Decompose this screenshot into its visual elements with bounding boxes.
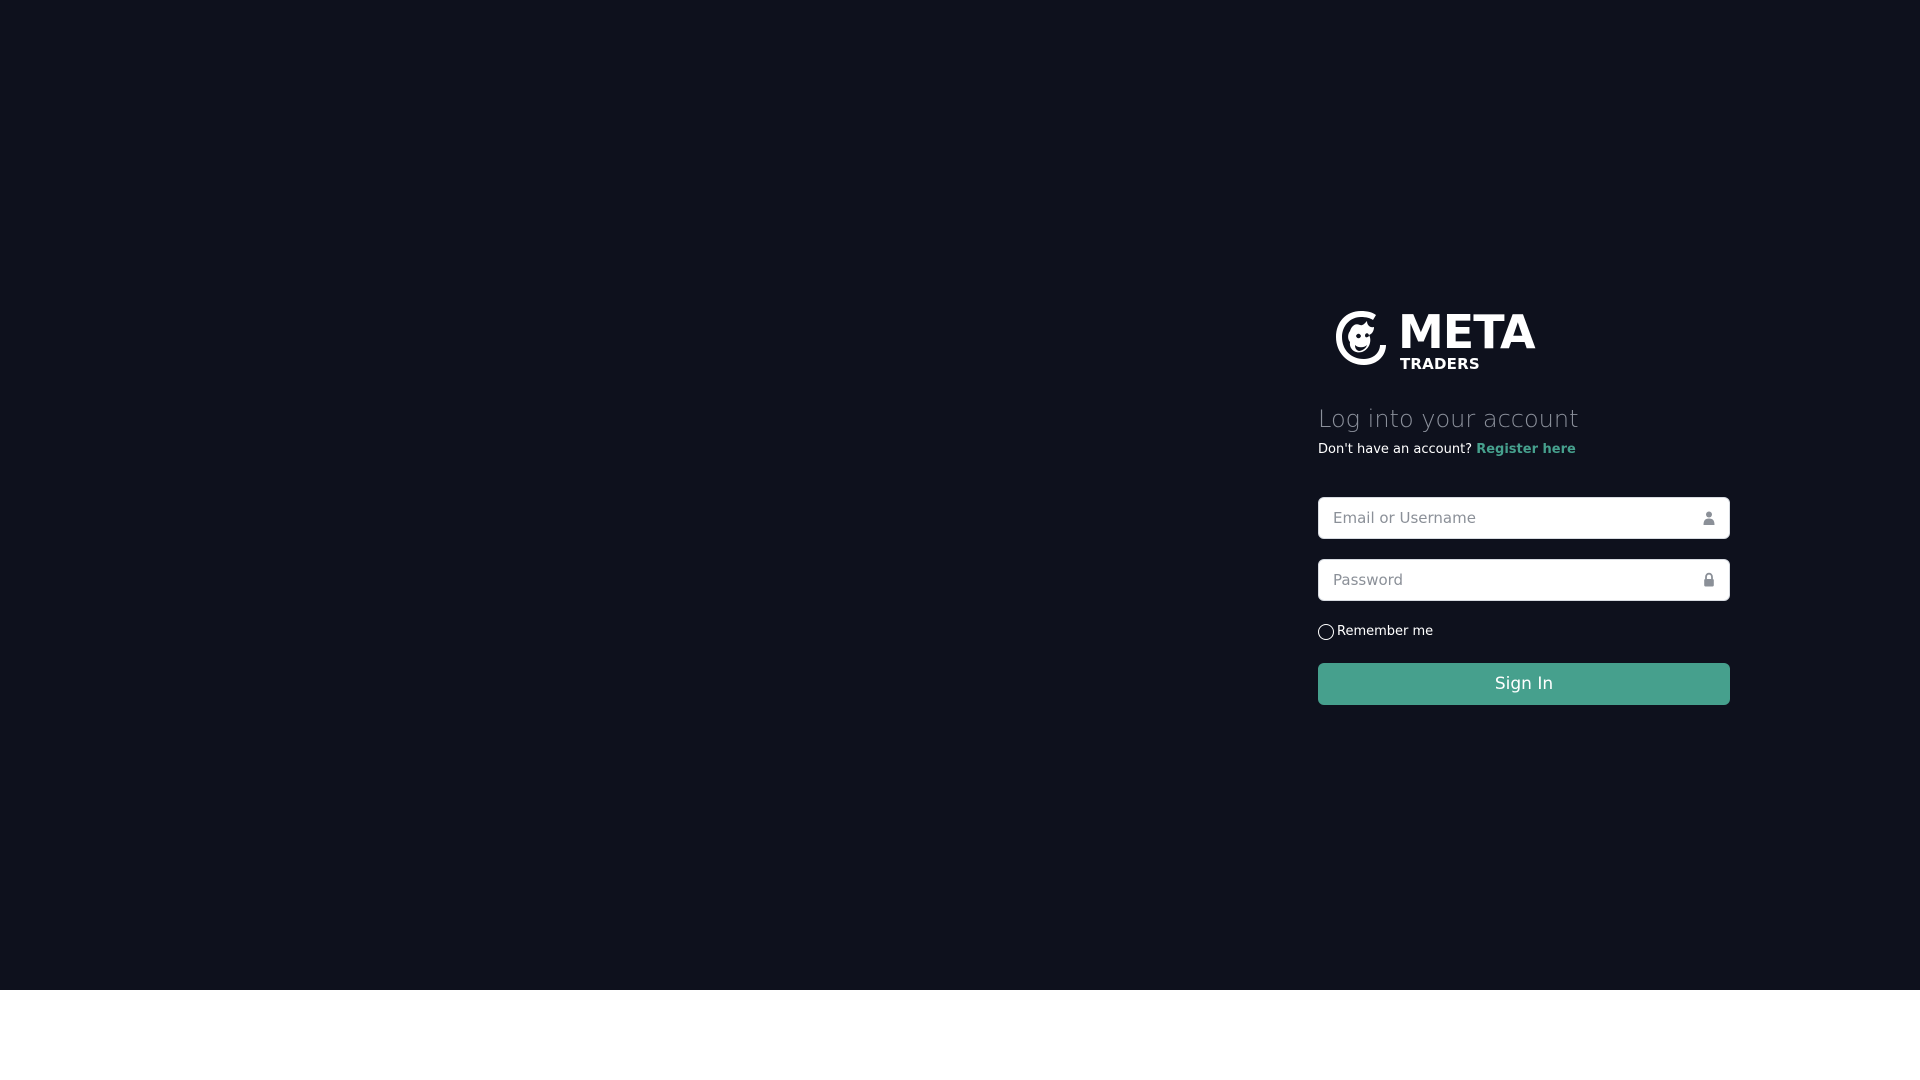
register-prompt: Don't have an account? Register here: [1318, 442, 1730, 457]
no-account-text: Don't have an account?: [1318, 441, 1473, 457]
remember-me-checkbox[interactable]: [1318, 623, 1334, 640]
brand-name-bottom: TRADERS: [1400, 354, 1480, 373]
page-title: Log into your account: [1318, 405, 1579, 433]
brand-logo: META TRADERS: [1326, 300, 1730, 380]
password-input-group: [1318, 558, 1730, 601]
password-input[interactable]: [1319, 559, 1729, 600]
lock-icon: [1701, 572, 1717, 588]
login-panel: META TRADERS Log into your account Don't…: [1318, 300, 1730, 705]
bottom-white-area: [0, 990, 1920, 1080]
remember-me-label: Remember me: [1337, 624, 1434, 640]
remember-me: Remember me: [1318, 623, 1730, 641]
username-input[interactable]: [1319, 497, 1729, 538]
bull-head-logo-icon: [1336, 311, 1386, 365]
register-link[interactable]: Register here: [1476, 442, 1576, 457]
username-input-group: [1318, 496, 1730, 539]
brand-name-top: META: [1398, 304, 1536, 359]
page-background: META TRADERS Log into your account Don't…: [0, 0, 1920, 990]
sign-in-button[interactable]: Sign In: [1318, 662, 1730, 705]
user-icon: [1701, 510, 1717, 526]
